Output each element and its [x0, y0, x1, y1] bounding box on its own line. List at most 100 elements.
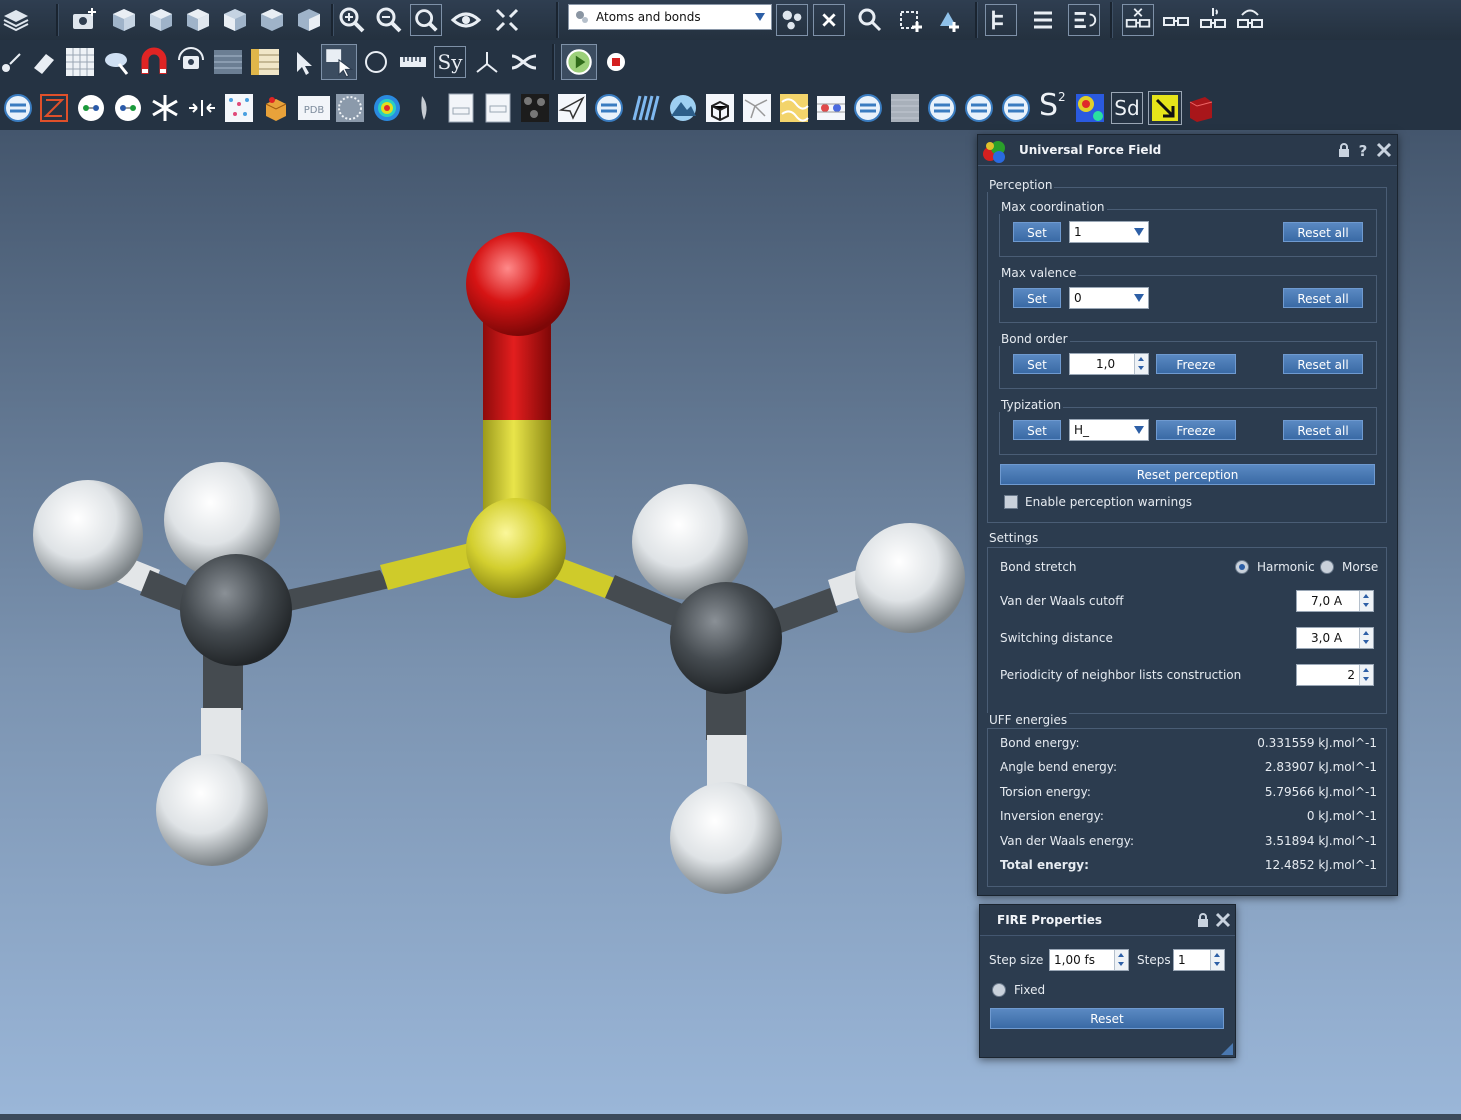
plugin-icon[interactable] [926, 92, 958, 124]
cube-view-icon[interactable] [145, 4, 177, 36]
arrow-box-icon[interactable] [1148, 91, 1182, 125]
feather-icon[interactable] [408, 92, 440, 124]
uff-panel-header[interactable]: Universal Force Field ? [978, 135, 1397, 166]
close-selection-icon[interactable] [813, 4, 845, 36]
close-icon[interactable] [1376, 142, 1392, 158]
spinner-arrows-icon[interactable] [1359, 628, 1373, 648]
element-cube-icon[interactable] [704, 92, 736, 124]
fixed-radio[interactable] [992, 983, 1006, 997]
spinner-arrows-icon[interactable] [1134, 354, 1148, 374]
axes-icon[interactable] [471, 46, 503, 78]
select-atoms-icon[interactable] [776, 4, 808, 36]
plugin-icon[interactable] [852, 92, 884, 124]
typization-freeze-button[interactable]: Freeze [1156, 420, 1236, 440]
pdb-icon[interactable]: PDB [297, 92, 331, 124]
max-valence-reset-button[interactable]: Reset all [1283, 288, 1363, 308]
snowflake-icon[interactable] [149, 92, 181, 124]
symmetry-icon[interactable]: Sy [434, 46, 466, 78]
fit-arrows-icon[interactable] [491, 4, 523, 36]
morse-radio[interactable] [1320, 560, 1334, 574]
zoom-in-icon[interactable] [336, 4, 368, 36]
zoom-fit-icon[interactable] [410, 4, 442, 36]
vdw-cutoff-spinbox[interactable]: 7,0 A [1296, 590, 1374, 612]
bond-order-reset-button[interactable]: Reset all [1283, 354, 1363, 374]
bond-order-set-button[interactable]: Set [1013, 354, 1061, 374]
max-valence-select[interactable]: 0 [1069, 287, 1149, 309]
rotate-icon[interactable] [360, 46, 392, 78]
noise-icon[interactable] [889, 92, 921, 124]
spinner-arrows-icon[interactable] [1359, 591, 1373, 611]
cube-view-icon[interactable] [219, 4, 251, 36]
magnet-icon[interactable] [138, 46, 170, 78]
fire-panel-header[interactable]: FIRE Properties [980, 905, 1235, 936]
add-fragment-icon[interactable] [932, 4, 964, 36]
book-icon[interactable] [1185, 92, 1217, 124]
search-icon[interactable] [854, 4, 886, 36]
compress-icon[interactable] [186, 92, 218, 124]
document-icon[interactable] [482, 92, 514, 124]
camera-add-icon[interactable] [68, 4, 100, 36]
builder-icon[interactable] [38, 92, 70, 124]
plugin-icon[interactable] [2, 92, 34, 124]
shuffle-icon[interactable] [508, 46, 540, 78]
perception-warnings-checkbox[interactable] [1004, 495, 1018, 509]
network-icon[interactable] [741, 92, 773, 124]
molecule-icon[interactable] [112, 92, 144, 124]
document-icon[interactable] [445, 92, 477, 124]
fire-reset-button[interactable]: Reset [990, 1008, 1224, 1029]
glasses-sound-icon[interactable] [1197, 4, 1229, 36]
close-icon[interactable] [1215, 912, 1231, 928]
lock-icon[interactable] [1195, 912, 1211, 928]
layers-icon[interactable] [0, 4, 32, 36]
waves-icon[interactable] [630, 92, 662, 124]
s2-icon[interactable]: S 2 [1037, 88, 1071, 124]
steps-spinbox[interactable]: 1 [1173, 949, 1225, 971]
spectrum-icon[interactable] [371, 92, 403, 124]
plugin-icon[interactable] [963, 92, 995, 124]
nanotube-icon[interactable] [334, 92, 366, 124]
switching-distance-spinbox[interactable]: 3,0 A [1296, 627, 1374, 649]
max-coordination-reset-button[interactable]: Reset all [1283, 222, 1363, 242]
zoom-out-icon[interactable] [373, 4, 405, 36]
spinner-arrows-icon[interactable] [1210, 950, 1224, 970]
lattice-icon[interactable] [64, 46, 96, 78]
play-icon[interactable] [561, 44, 597, 80]
periodicity-spinbox[interactable]: 2 [1296, 664, 1374, 686]
display-mode-select[interactable]: Atoms and bonds [568, 4, 772, 30]
plugin-icon[interactable] [1000, 92, 1032, 124]
surface-icon[interactable] [212, 46, 244, 78]
typization-reset-button[interactable]: Reset all [1283, 420, 1363, 440]
cloud-arrow-icon[interactable] [101, 46, 133, 78]
spinner-arrows-icon[interactable] [1114, 950, 1128, 970]
glasses-rotate-icon[interactable] [1234, 4, 1266, 36]
plugin-icon[interactable] [593, 92, 625, 124]
cube-view-icon[interactable] [108, 4, 140, 36]
eraser-icon[interactable] [28, 46, 60, 78]
eye-icon[interactable] [450, 4, 482, 36]
porous-icon[interactable] [519, 92, 551, 124]
heatmap-icon[interactable] [1074, 92, 1106, 124]
cube-view-icon[interactable] [182, 4, 214, 36]
bond-order-freeze-button[interactable]: Freeze [1156, 354, 1236, 374]
grid-pattern-icon[interactable] [815, 92, 847, 124]
typization-select[interactable]: H_ [1069, 419, 1149, 441]
help-icon[interactable]: ? [1355, 142, 1371, 158]
spinner-arrows-icon[interactable] [1359, 665, 1373, 685]
bond-order-spinbox[interactable]: 1,0 [1069, 353, 1149, 375]
mountain-icon[interactable] [667, 92, 699, 124]
resize-grip-icon[interactable] [1221, 1043, 1233, 1055]
sd-icon[interactable]: Sd [1111, 92, 1143, 124]
stop-icon[interactable] [600, 46, 632, 78]
glasses-close-icon[interactable] [1122, 4, 1154, 36]
typization-set-button[interactable]: Set [1013, 420, 1061, 440]
max-coordination-select[interactable]: 1 [1069, 221, 1149, 243]
glasses-icon[interactable] [1160, 4, 1192, 36]
max-coordination-set-button[interactable]: Set [1013, 222, 1061, 242]
plane-icon[interactable] [556, 92, 588, 124]
measure-grid-icon[interactable] [249, 46, 281, 78]
lock-icon[interactable] [1336, 142, 1352, 158]
reset-perception-button[interactable]: Reset perception [1000, 464, 1375, 485]
select-box-icon[interactable] [321, 44, 357, 80]
harmonic-radio[interactable] [1235, 560, 1249, 574]
list-refresh-icon[interactable] [1068, 4, 1100, 36]
